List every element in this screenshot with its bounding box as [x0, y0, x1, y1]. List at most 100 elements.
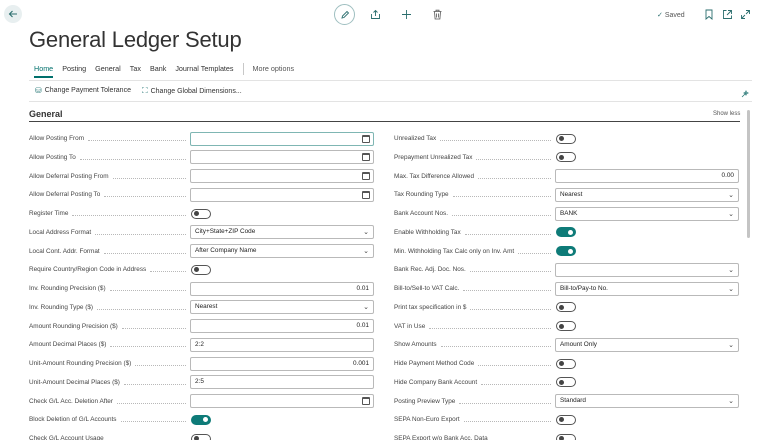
number-input[interactable]: 0.001: [190, 356, 374, 371]
calendar-icon[interactable]: [362, 134, 370, 143]
show-less-link[interactable]: Show less: [713, 111, 740, 117]
select-dropdown[interactable]: Amount Only ⌄: [555, 337, 739, 352]
change-payment-tolerance-button[interactable]: ⛁ Change Payment Tolerance: [35, 86, 131, 95]
number-input[interactable]: 0.01: [190, 319, 374, 333]
field-label: Check G/L Acc. Deletion After: [29, 397, 113, 405]
field-label: Local Cont. Addr. Format: [29, 247, 100, 255]
toggle-switch[interactable]: [191, 264, 211, 275]
toggle-switch[interactable]: [556, 433, 576, 440]
text-input[interactable]: 2:5: [190, 375, 374, 390]
toggle-switch[interactable]: [556, 246, 576, 256]
chevron-down-icon[interactable]: ⌄: [728, 340, 734, 352]
toggle-switch[interactable]: [191, 414, 211, 425]
field-value: Nearest: [195, 303, 218, 311]
select-dropdown[interactable]: City+State+ZIP Code ⌄: [190, 225, 374, 240]
text-input[interactable]: 2:2: [190, 337, 374, 352]
expand-icon: [741, 10, 750, 19]
select-dropdown[interactable]: After Company Name ⌄: [190, 244, 374, 258]
date-input[interactable]: [190, 131, 374, 146]
select-dropdown[interactable]: Standard ⌄: [555, 394, 739, 408]
select-dropdown[interactable]: Bill-to/Pay-to No. ⌄: [555, 281, 739, 296]
number-input[interactable]: 0.00: [555, 169, 739, 183]
toggle-switch[interactable]: [556, 358, 576, 369]
change-global-dimensions-button[interactable]: ⛶ Change Global Dimensions...: [142, 86, 242, 96]
more-options-button[interactable]: More options: [253, 64, 295, 78]
field-label: Allow Posting To: [29, 153, 76, 161]
expand-button[interactable]: [740, 9, 751, 22]
chevron-down-icon[interactable]: ⌄: [728, 396, 734, 408]
date-input[interactable]: [190, 394, 374, 408]
field-value: 0.00: [721, 172, 734, 179]
chevron-down-icon[interactable]: ⌄: [728, 265, 734, 277]
bookmark-button[interactable]: [704, 9, 714, 22]
chevron-down-icon[interactable]: ⌄: [363, 246, 369, 258]
label-leader-dots: [429, 327, 551, 329]
personalize-button[interactable]: [740, 86, 750, 104]
label-leader-dots: [123, 383, 186, 385]
arrow-left-icon: [8, 10, 17, 18]
back-button[interactable]: [4, 5, 22, 23]
toggle-switch[interactable]: [556, 321, 576, 331]
chevron-down-icon[interactable]: ⌄: [728, 209, 734, 221]
date-input[interactable]: [190, 187, 374, 202]
field-label: Hide Payment Method Code: [394, 360, 475, 367]
select-dropdown[interactable]: Nearest ⌄: [555, 187, 739, 202]
field-label: Min. Withholding Tax Calc only on Inv. A…: [394, 247, 515, 255]
field-label: Prepayment Unrealized Tax: [394, 153, 473, 161]
calendar-icon[interactable]: [362, 172, 370, 180]
toggle-switch[interactable]: [556, 152, 576, 163]
payment-tolerance-icon: ⛁: [35, 86, 42, 95]
toggle-switch[interactable]: [556, 302, 576, 313]
share-button[interactable]: [370, 9, 381, 22]
select-dropdown[interactable]: ⌄: [555, 262, 739, 277]
field-label: Allow Deferral Posting To: [29, 191, 101, 199]
chevron-down-icon[interactable]: ⌄: [363, 227, 369, 239]
field-value: After Company Name: [195, 247, 257, 254]
toggle-switch[interactable]: [556, 133, 576, 144]
label-leader-dots: [150, 271, 186, 273]
label-leader-dots: [459, 402, 551, 404]
chevron-down-icon[interactable]: ⌄: [728, 284, 734, 296]
chevron-down-icon[interactable]: ⌄: [363, 302, 369, 314]
open-new-window-button[interactable]: [722, 9, 733, 22]
select-dropdown[interactable]: BANK ⌄: [555, 206, 739, 221]
field-value: Amount Only: [560, 340, 597, 348]
tab-posting[interactable]: Posting: [62, 64, 86, 78]
toggle-switch[interactable]: [191, 208, 211, 219]
field-label: Amount Decimal Places ($): [29, 341, 107, 349]
calendar-icon[interactable]: [362, 397, 370, 405]
date-input[interactable]: [190, 169, 374, 183]
field-value: Bill-to/Pay-to No.: [560, 284, 608, 292]
tab-general[interactable]: General: [95, 64, 121, 78]
field-label: Print tax specification in $: [394, 303, 467, 311]
new-button[interactable]: [401, 9, 412, 22]
tab-tax[interactable]: Tax: [130, 64, 141, 78]
toggle-switch[interactable]: [556, 227, 576, 238]
toggle-switch[interactable]: [556, 377, 576, 388]
field-value: 0.001: [353, 359, 369, 367]
action-tabs: Home Posting General Tax Bank Journal Te…: [34, 63, 303, 78]
date-input[interactable]: [190, 150, 374, 165]
calendar-icon[interactable]: [362, 190, 370, 199]
tab-bank[interactable]: Bank: [150, 64, 166, 78]
chevron-down-icon[interactable]: ⌄: [728, 190, 734, 202]
toggle-switch[interactable]: [556, 414, 576, 425]
edit-button[interactable]: [334, 4, 355, 25]
select-dropdown[interactable]: Nearest ⌄: [190, 300, 374, 315]
tab-home[interactable]: Home: [34, 64, 54, 78]
field-label: Local Address Format: [29, 228, 92, 236]
scrollbar[interactable]: [747, 110, 750, 238]
calendar-icon[interactable]: [362, 153, 370, 162]
field-label: Enable Withholding Tax: [394, 228, 461, 236]
number-input[interactable]: 0.01: [190, 281, 374, 296]
field-label: Unrealized Tax: [394, 135, 437, 142]
label-leader-dots: [110, 346, 186, 348]
label-leader-dots: [476, 158, 551, 160]
field-label: VAT in Use: [394, 322, 426, 330]
label-leader-dots: [121, 327, 186, 329]
tab-journal-templates[interactable]: Journal Templates: [175, 64, 233, 78]
label-leader-dots: [469, 271, 551, 273]
delete-button[interactable]: [432, 9, 443, 22]
field-label: Bank Rec. Adj. Doc. Nos.: [394, 266, 466, 274]
toggle-switch[interactable]: [191, 433, 211, 440]
